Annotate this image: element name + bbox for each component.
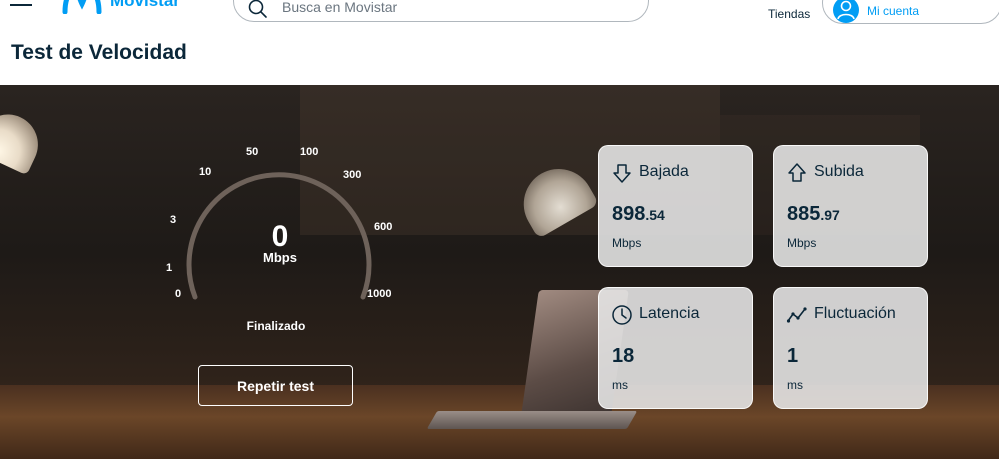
download-value: 898.54: [612, 203, 665, 225]
user-avatar-icon: [833, 0, 859, 23]
upload-card: Subida 885.97 Mbps: [773, 145, 928, 267]
test-status: Finalizado: [246, 319, 306, 333]
speed-gauge: 0 1 3 10 50 100 300 600 1000 0 Mbps: [150, 140, 410, 310]
download-card: Bajada 898.54 Mbps: [598, 145, 753, 267]
hamburger-menu-icon[interactable]: [10, 0, 32, 8]
arrow-up-icon: [788, 163, 806, 182]
latency-card: Latencia 18 ms: [598, 287, 753, 409]
search-input[interactable]: [282, 0, 622, 16]
gauge-tick-0: 0: [175, 288, 182, 300]
latency-title: Latencia: [639, 305, 700, 322]
lamp-icon: [0, 104, 48, 176]
latency-value: 18: [612, 345, 635, 367]
jitter-title: Fluctuación: [814, 305, 896, 322]
gauge-tick-50: 50: [246, 146, 259, 158]
speed-test-panel: 0 1 3 10 50 100 300 600 1000 0 Mbps Fina…: [0, 85, 999, 459]
arrow-down-icon: [613, 164, 631, 183]
latency-unit: ms: [612, 378, 628, 392]
download-title: Bajada: [639, 163, 689, 180]
my-account-button[interactable]: Mi cuenta: [822, 0, 999, 24]
trend-line-icon: [786, 307, 807, 323]
download-unit: Mbps: [612, 236, 642, 250]
brand-name[interactable]: Movistar: [110, 0, 180, 11]
gauge-tick-100: 100: [300, 146, 319, 158]
jitter-value: 1: [787, 345, 799, 367]
laptop-base: [426, 411, 638, 429]
gauge-tick-300: 300: [343, 169, 362, 181]
current-speed-value: 0: [271, 220, 289, 253]
gauge-tick-1000: 1000: [367, 288, 392, 300]
jitter-card: Fluctuación 1 ms: [773, 287, 928, 409]
my-account-label: Mi cuenta: [867, 4, 920, 18]
upload-value: 885.97: [787, 203, 840, 225]
site-header: Movistar Tiendas Mi cuenta: [0, 0, 999, 30]
repeat-test-button[interactable]: Repetir test: [198, 365, 353, 406]
gauge-tick-10: 10: [199, 166, 212, 178]
clock-icon: [612, 305, 632, 325]
search-icon: [248, 0, 267, 18]
current-speed-unit: Mbps: [263, 250, 297, 265]
page-title: Test de Velocidad: [11, 41, 187, 64]
stores-link[interactable]: Tiendas: [768, 7, 810, 21]
jitter-unit: ms: [787, 378, 803, 392]
movistar-logo-icon[interactable]: [62, 0, 102, 14]
upload-unit: Mbps: [787, 236, 817, 250]
search-box[interactable]: [233, 0, 649, 22]
upload-title: Subida: [814, 163, 864, 180]
